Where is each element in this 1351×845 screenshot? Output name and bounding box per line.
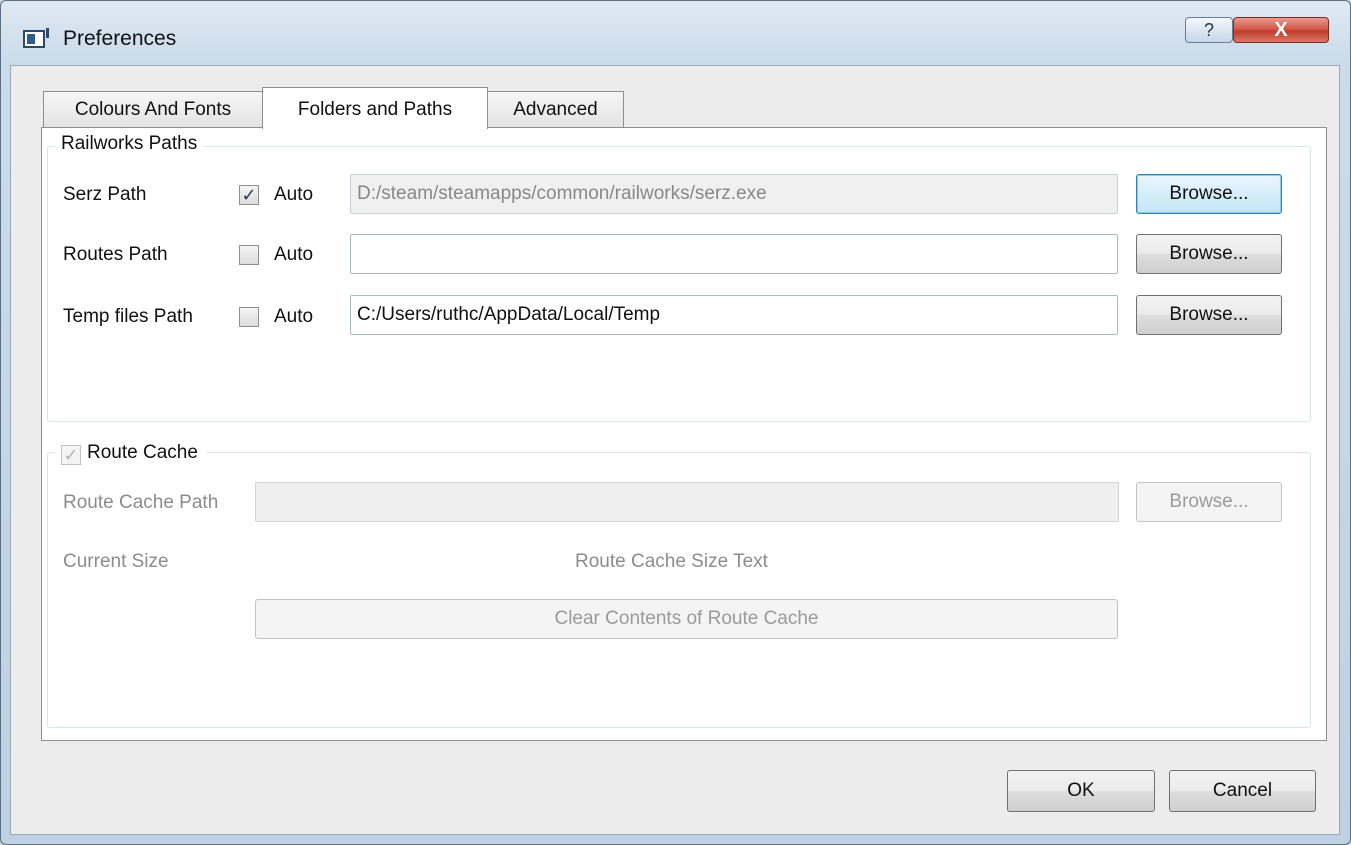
route-cache-checkbox[interactable]: ✓ [61, 445, 81, 465]
preferences-dialog: Preferences ? X Colours And Fonts Folder… [0, 0, 1351, 845]
close-button[interactable]: X [1233, 17, 1329, 43]
railworks-paths-title: Railworks Paths [55, 133, 204, 155]
clear-route-cache-button[interactable]: Clear Contents of Route Cache [255, 599, 1118, 639]
help-button[interactable]: ? [1185, 17, 1233, 43]
routes-browse-button[interactable]: Browse... [1136, 234, 1282, 274]
serz-auto-checkbox[interactable]: ✓ [239, 185, 259, 205]
routes-auto-label: Auto [274, 244, 314, 265]
temp-browse-button[interactable]: Browse... [1136, 295, 1282, 335]
route-cache-title: Route Cache [87, 442, 198, 463]
serz-path-field[interactable] [350, 174, 1118, 214]
serz-path-label: Serz Path [63, 184, 147, 205]
route-cache-path-label: Route Cache Path [63, 492, 219, 513]
routes-path-label: Routes Path [63, 244, 168, 265]
temp-auto-checkbox[interactable] [239, 307, 259, 327]
serz-browse-button[interactable]: Browse... [1136, 174, 1282, 214]
serz-auto-label: Auto [274, 184, 314, 205]
tab-folders-and-paths[interactable]: Folders and Paths [262, 87, 488, 129]
routes-auto-checkbox[interactable] [239, 245, 259, 265]
tab-advanced[interactable]: Advanced [487, 91, 624, 127]
app-icon [23, 28, 49, 48]
ok-button[interactable]: OK [1007, 770, 1155, 812]
tab-colours-and-fonts[interactable]: Colours And Fonts [43, 91, 263, 127]
temp-auto-label: Auto [274, 306, 314, 327]
temp-files-path-label: Temp files Path [63, 306, 193, 327]
window-title: Preferences [63, 27, 177, 50]
temp-files-path-field[interactable] [350, 295, 1118, 335]
cancel-button[interactable]: Cancel [1169, 770, 1316, 812]
route-cache-size-text: Route Cache Size Text [575, 551, 768, 572]
title-bar[interactable]: Preferences ? X [1, 1, 1350, 63]
route-cache-title-wrap: ✓ Route Cache [55, 442, 206, 465]
route-cache-path-field[interactable] [255, 482, 1119, 522]
route-cache-browse-button[interactable]: Browse... [1136, 482, 1282, 522]
routes-path-field[interactable] [350, 234, 1118, 274]
current-size-label: Current Size [63, 551, 169, 572]
